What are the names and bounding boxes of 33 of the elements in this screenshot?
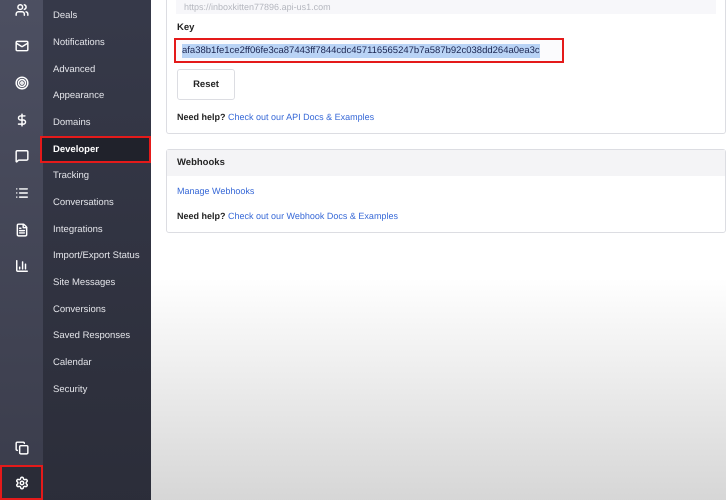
mail-icon[interactable] [14,39,28,54]
sidebar-item[interactable]: Site Messages [43,270,151,297]
sidebar-item[interactable]: Integrations [43,216,151,244]
windows-icon[interactable] [14,440,28,454]
manage-webhooks-link[interactable]: Manage Webhooks [177,184,715,198]
reset-button[interactable]: Reset [177,69,235,100]
sidebar-item[interactable]: Tracking [43,163,151,190]
sidebar-item[interactable]: Security [43,376,151,404]
key-label: Key [177,21,196,35]
sidebar-item[interactable]: Domains [43,110,151,136]
webhooks-title: Webhooks [177,156,225,170]
sidebar-item[interactable]: Calendar [43,350,151,377]
sidebar-item[interactable]: Advanced [43,56,151,84]
target-icon[interactable] [14,76,28,90]
document-icon[interactable] [14,222,28,237]
bar-chart-icon[interactable] [14,259,28,274]
sidebar-item[interactable]: Saved Responses [43,323,151,350]
sidebar-item[interactable]: Appearance [43,83,151,110]
help-text: Need help? Check out our API Docs & Examples [177,111,376,124]
sidebar-item[interactable]: Developer [40,136,151,164]
webhook-docs-link[interactable]: Check out our Webhook Docs & Examples [228,211,398,222]
contacts-icon[interactable] [14,2,28,16]
sidebar-item[interactable]: Conversions [43,296,151,324]
sidebar-item[interactable]: Conversations [43,190,151,216]
settings-icon[interactable] [14,476,28,490]
sidebar-item[interactable]: Import/Export Status [43,243,151,270]
sidebar-item[interactable]: Deals [43,3,151,30]
chat-icon[interactable] [14,149,28,164]
list-icon[interactable] [14,186,28,200]
key-field[interactable]: afa38b1fe1ce2ff06fe3ca87443ff7844cdc457116565247b7a587b92c038dd264a0ea3c [174,38,564,64]
api-docs-link[interactable]: Check out our API Docs & Examples [228,112,374,122]
help-text: Need help? Check out our Webhook Docs & Examples [177,210,399,224]
sidebar-item[interactable]: Notifications [43,30,151,56]
